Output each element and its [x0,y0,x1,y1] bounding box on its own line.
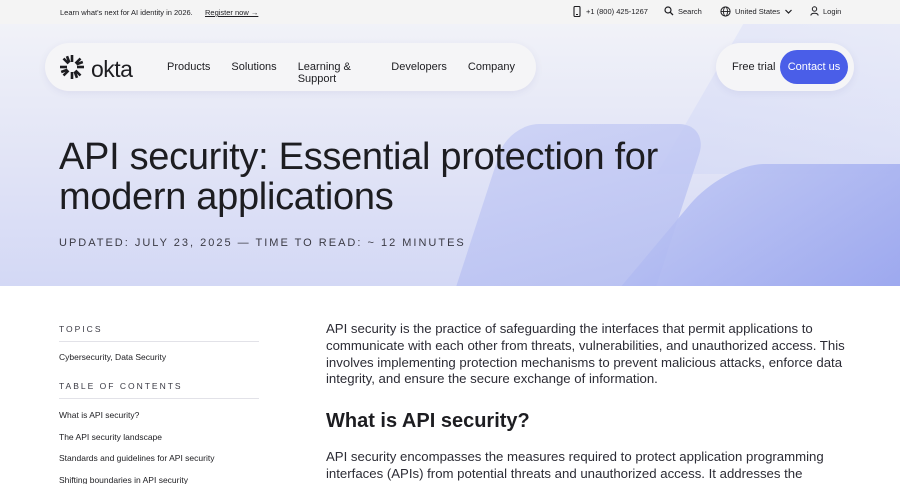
article-body: API security is the practice of safeguar… [326,321,846,484]
page-title: API security: Essential protection for m… [59,136,658,218]
search-link[interactable]: Search [664,6,702,16]
main-nav: okta Products Solutions Learning & Suppo… [45,43,536,91]
nav-company[interactable]: Company [468,61,515,85]
section-paragraph: API security encompasses the measures re… [326,449,824,484]
toc-item[interactable]: What is API security? [59,405,259,427]
nav-developers[interactable]: Developers [391,61,447,85]
section-heading: What is API security? [326,410,530,433]
nav-solutions[interactable]: Solutions [231,61,276,85]
phone-number: +1 (800) 425-1267 [586,7,648,16]
register-link[interactable]: Register now → [205,8,258,17]
free-trial-link[interactable]: Free trial [732,61,775,73]
divider [59,341,259,342]
topics-list[interactable]: Cybersecurity, Data Security [59,352,259,362]
promo-text: Learn what's next for AI identity in 202… [60,8,193,17]
region-selector[interactable]: United States [720,6,793,17]
toc-item[interactable]: The API security landscape [59,427,259,449]
toc-item[interactable]: Shifting boundaries in API security [59,470,259,484]
chevron-down-icon [784,7,793,16]
phone-icon [572,6,582,17]
table-of-contents: What is API security? The API security l… [59,405,259,484]
intro-paragraph: API security is the practice of safeguar… [326,321,845,387]
nav-links: Products Solutions Learning & Support De… [167,61,536,85]
article-sidebar: TOPICS Cybersecurity, Data Security TABL… [59,324,259,484]
divider [59,398,259,399]
search-icon [664,6,674,16]
okta-logo[interactable]: okta [59,54,133,85]
phone-link[interactable]: +1 (800) 425-1267 [572,6,648,17]
nav-learning-support[interactable]: Learning & Support [298,61,371,85]
article-meta: UPDATED: JULY 23, 2025 — TIME TO READ: ~… [59,237,466,249]
globe-icon [720,6,731,17]
okta-logo-icon [59,54,85,85]
user-icon [810,6,819,16]
login-link[interactable]: Login [810,6,841,16]
nav-products[interactable]: Products [167,61,210,85]
region-label: United States [735,7,781,16]
search-label: Search [678,6,702,16]
login-label: Login [823,6,842,16]
topics-heading: TOPICS [59,324,103,334]
utility-bar: Learn what's next for AI identity in 202… [0,0,900,24]
toc-item[interactable]: Standards and guidelines for API securit… [59,448,259,470]
toc-heading: TABLE OF CONTENTS [59,381,183,391]
contact-us-button[interactable]: Contact us [780,50,848,84]
okta-wordmark: okta [91,56,133,82]
cta-group: Free trial Contact us [716,43,854,91]
